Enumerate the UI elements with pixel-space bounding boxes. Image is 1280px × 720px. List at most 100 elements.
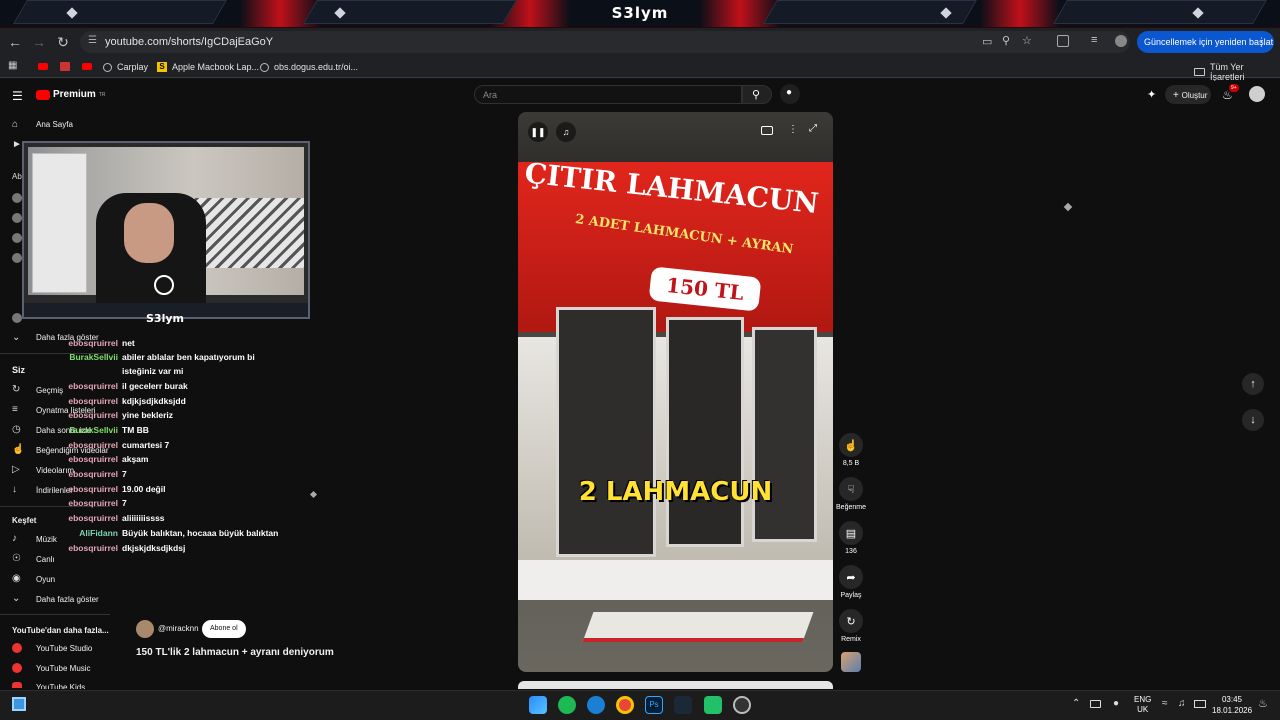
sidebar-item-yt-kids[interactable]: YouTube Kids [36, 683, 85, 689]
account-avatar[interactable] [1249, 86, 1265, 102]
stream-overlay-top: S3lym [0, 0, 1280, 28]
voice-search-button[interactable]: ● [780, 84, 800, 104]
install-app-icon[interactable]: ▭ [982, 35, 992, 48]
like-button[interactable]: ☝ 8,5 B [839, 433, 863, 467]
comment-count: 136 [845, 548, 857, 555]
captions-icon[interactable] [761, 126, 773, 135]
webcam-brand: S3lym [146, 312, 184, 325]
youtube-bookmark-icon[interactable] [82, 63, 92, 70]
photoshop-icon[interactable]: Ps [645, 696, 663, 714]
keyboard-icon[interactable] [1090, 700, 1101, 708]
sidebar-item-yt-music[interactable]: YouTube Music [36, 664, 91, 673]
sidebar-section-more: YouTube'dan daha fazla... [12, 626, 109, 635]
previous-short-icon[interactable]: ↑ [1242, 373, 1264, 395]
short-video-player[interactable]: ÇITIR LAHMACUN 2 ADET LAHMACUN + AYRAN 1… [518, 112, 833, 672]
site-info-icon[interactable]: ☰ [88, 35, 97, 46]
bookmark-obs[interactable]: obs.dogus.edu.tr/oi... [260, 62, 358, 72]
s-favicon-icon: S [157, 62, 167, 72]
subscribe-button[interactable]: Abone ol [202, 620, 246, 638]
menu-dots-icon[interactable]: ⋮ [1257, 36, 1266, 47]
edge-icon[interactable] [587, 696, 605, 714]
channel-avatar[interactable] [12, 193, 22, 203]
sidebar-show-more[interactable]: Daha fazla göster [36, 595, 99, 604]
update-button[interactable]: Güncellemek için yeniden başlat ⋮ [1137, 31, 1274, 53]
youtube-logo[interactable]: Premium TR [36, 89, 105, 100]
chat-message: TM BB [122, 425, 149, 435]
next-short-icon[interactable]: ↓ [1242, 409, 1264, 431]
like-icon: ☝ [12, 444, 25, 455]
obs-icon[interactable] [733, 696, 751, 714]
kids-app-icon [12, 682, 22, 688]
create-button[interactable]: + Oluştur [1165, 85, 1211, 104]
webcam-overlay [22, 141, 310, 319]
streamer-face [124, 203, 174, 263]
bookmark-macbook[interactable]: S Apple Macbook Lap... [157, 62, 259, 72]
share-button[interactable]: ➦ Paylaş [836, 565, 866, 599]
bookmark-carplay[interactable]: Carplay [103, 62, 148, 72]
mic-tray-icon[interactable]: ● [1113, 698, 1119, 709]
clock[interactable]: 03:45 18.01.2026 [1212, 694, 1252, 716]
chat-message: isteğiniz var mi [122, 366, 184, 376]
more-options-icon[interactable]: ⋮ [788, 124, 798, 135]
youtube-bookmark-icon[interactable] [38, 63, 48, 70]
sidebar-item-studio[interactable]: YouTube Studio [36, 644, 92, 653]
star-icon[interactable]: ☆ [1022, 34, 1032, 47]
all-bookmarks[interactable]: Tüm Yer İşaretleri [1194, 62, 1280, 82]
chat-message: 19.00 değil [122, 484, 166, 494]
sidebar-section-you[interactable]: Siz [12, 365, 25, 375]
sidebar-item-live[interactable]: Canlı [36, 555, 55, 564]
chat-message: il gecelerr burak [122, 381, 188, 391]
pause-icon[interactable]: ❚❚ [528, 122, 548, 142]
gmail-bookmark-icon[interactable] [60, 62, 70, 71]
zoom-icon[interactable]: ⚲ [1002, 34, 1010, 47]
notifications-icon[interactable]: ♨ [1258, 697, 1268, 710]
chat-username: BurakSellvii [69, 352, 118, 362]
tray-chevron-icon[interactable]: ⌃ [1072, 698, 1080, 709]
chat-message: abiler ablalar ben kapatıyorum bi [122, 352, 255, 362]
chrome-icon[interactable] [616, 696, 634, 714]
channel-avatar[interactable] [12, 213, 22, 223]
fullscreen-icon[interactable]: ⤢ [809, 123, 817, 134]
address-bar[interactable]: ☰ youtube.com/shorts/IgCDajEaGoY ▭ ⚲ ☆ [80, 31, 1130, 53]
app-icon[interactable] [704, 696, 722, 714]
battery-icon[interactable] [1194, 700, 1206, 708]
windows-start-icon[interactable] [529, 696, 547, 714]
music-app-icon [12, 663, 22, 673]
channel-name[interactable]: @miracknn [158, 624, 199, 633]
next-short-preview[interactable] [518, 681, 833, 689]
reload-icon[interactable]: ↻ [51, 30, 75, 54]
chat-message: aliiiiiiissss [122, 513, 165, 523]
start-widget-icon[interactable] [12, 697, 26, 711]
extensions-icon[interactable] [1057, 35, 1069, 47]
studio-icon[interactable]: ✦ [1147, 88, 1156, 101]
sound-thumbnail[interactable] [841, 652, 861, 672]
channel-avatar[interactable] [12, 253, 22, 263]
sidebar-item-home[interactable]: Ana Sayfa [36, 120, 73, 129]
channel-avatar[interactable] [12, 233, 22, 243]
menu-icon[interactable]: ☰ [12, 89, 23, 103]
remix-button[interactable]: ↻ Remix [839, 609, 863, 643]
channel-avatar[interactable] [12, 313, 22, 323]
media-icon[interactable]: ≡ [1091, 34, 1097, 46]
language-indicator[interactable]: ENG UK [1134, 695, 1151, 715]
back-icon[interactable]: ← [3, 30, 27, 54]
steam-icon[interactable] [674, 696, 692, 714]
volume-icon[interactable]: ♫ [556, 122, 576, 142]
playlists-icon: ≡ [12, 404, 18, 415]
sidebar-item-gaming[interactable]: Oyun [36, 575, 55, 584]
dislike-button[interactable]: ☟ Beğenme [834, 477, 868, 511]
spotify-icon[interactable] [558, 696, 576, 714]
forward-icon[interactable]: → [27, 30, 51, 54]
remix-label: Remix [841, 636, 861, 643]
search-input[interactable]: Ara [474, 85, 742, 104]
channel-avatar[interactable] [136, 620, 154, 638]
comments-button[interactable]: ▤ 136 [839, 521, 863, 555]
windows-taskbar [0, 690, 1280, 720]
keyboard-layout: UK [1137, 705, 1149, 714]
profile-avatar[interactable] [1115, 35, 1127, 47]
url-text: youtube.com/shorts/IgCDajEaGoY [105, 36, 274, 48]
wifi-icon[interactable]: ≈ [1162, 698, 1168, 709]
volume-tray-icon[interactable]: ♫ [1178, 698, 1186, 709]
search-button[interactable]: ⚲ [742, 85, 772, 104]
apps-grid-icon[interactable]: ▦ [8, 60, 17, 71]
